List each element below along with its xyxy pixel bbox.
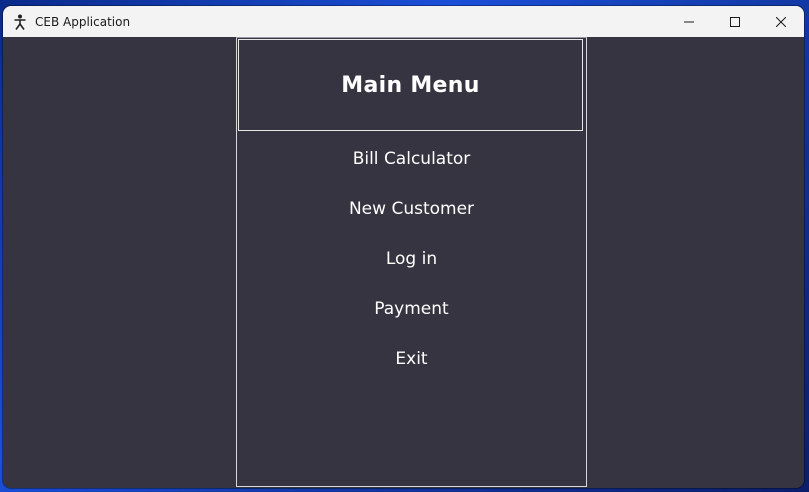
bill-calculator-button[interactable]: Bill Calculator xyxy=(237,134,586,184)
exit-button[interactable]: Exit xyxy=(237,334,586,384)
minimize-button[interactable] xyxy=(666,6,712,37)
log-in-button[interactable]: Log in xyxy=(237,234,586,284)
title-bar[interactable]: CEB Application xyxy=(3,6,804,37)
maximize-icon xyxy=(730,12,740,31)
payment-button[interactable]: Payment xyxy=(237,284,586,334)
close-button[interactable] xyxy=(758,6,804,37)
main-menu-panel: Main Menu Bill Calculator New Customer L… xyxy=(236,37,587,487)
minimize-icon xyxy=(684,12,694,31)
app-window: CEB Application Main Menu Bill Calculato… xyxy=(3,6,804,488)
window-title: CEB Application xyxy=(35,14,131,29)
menu-header: Main Menu xyxy=(238,39,583,131)
window-controls xyxy=(666,6,804,37)
close-icon xyxy=(775,12,787,31)
main-content: Main Menu Bill Calculator New Customer L… xyxy=(3,37,804,488)
menu-list: Bill Calculator New Customer Log in Paym… xyxy=(237,134,586,384)
page-title: Main Menu xyxy=(341,72,480,98)
maximize-button[interactable] xyxy=(712,6,758,37)
new-customer-button[interactable]: New Customer xyxy=(237,184,586,234)
app-icon xyxy=(12,14,28,30)
